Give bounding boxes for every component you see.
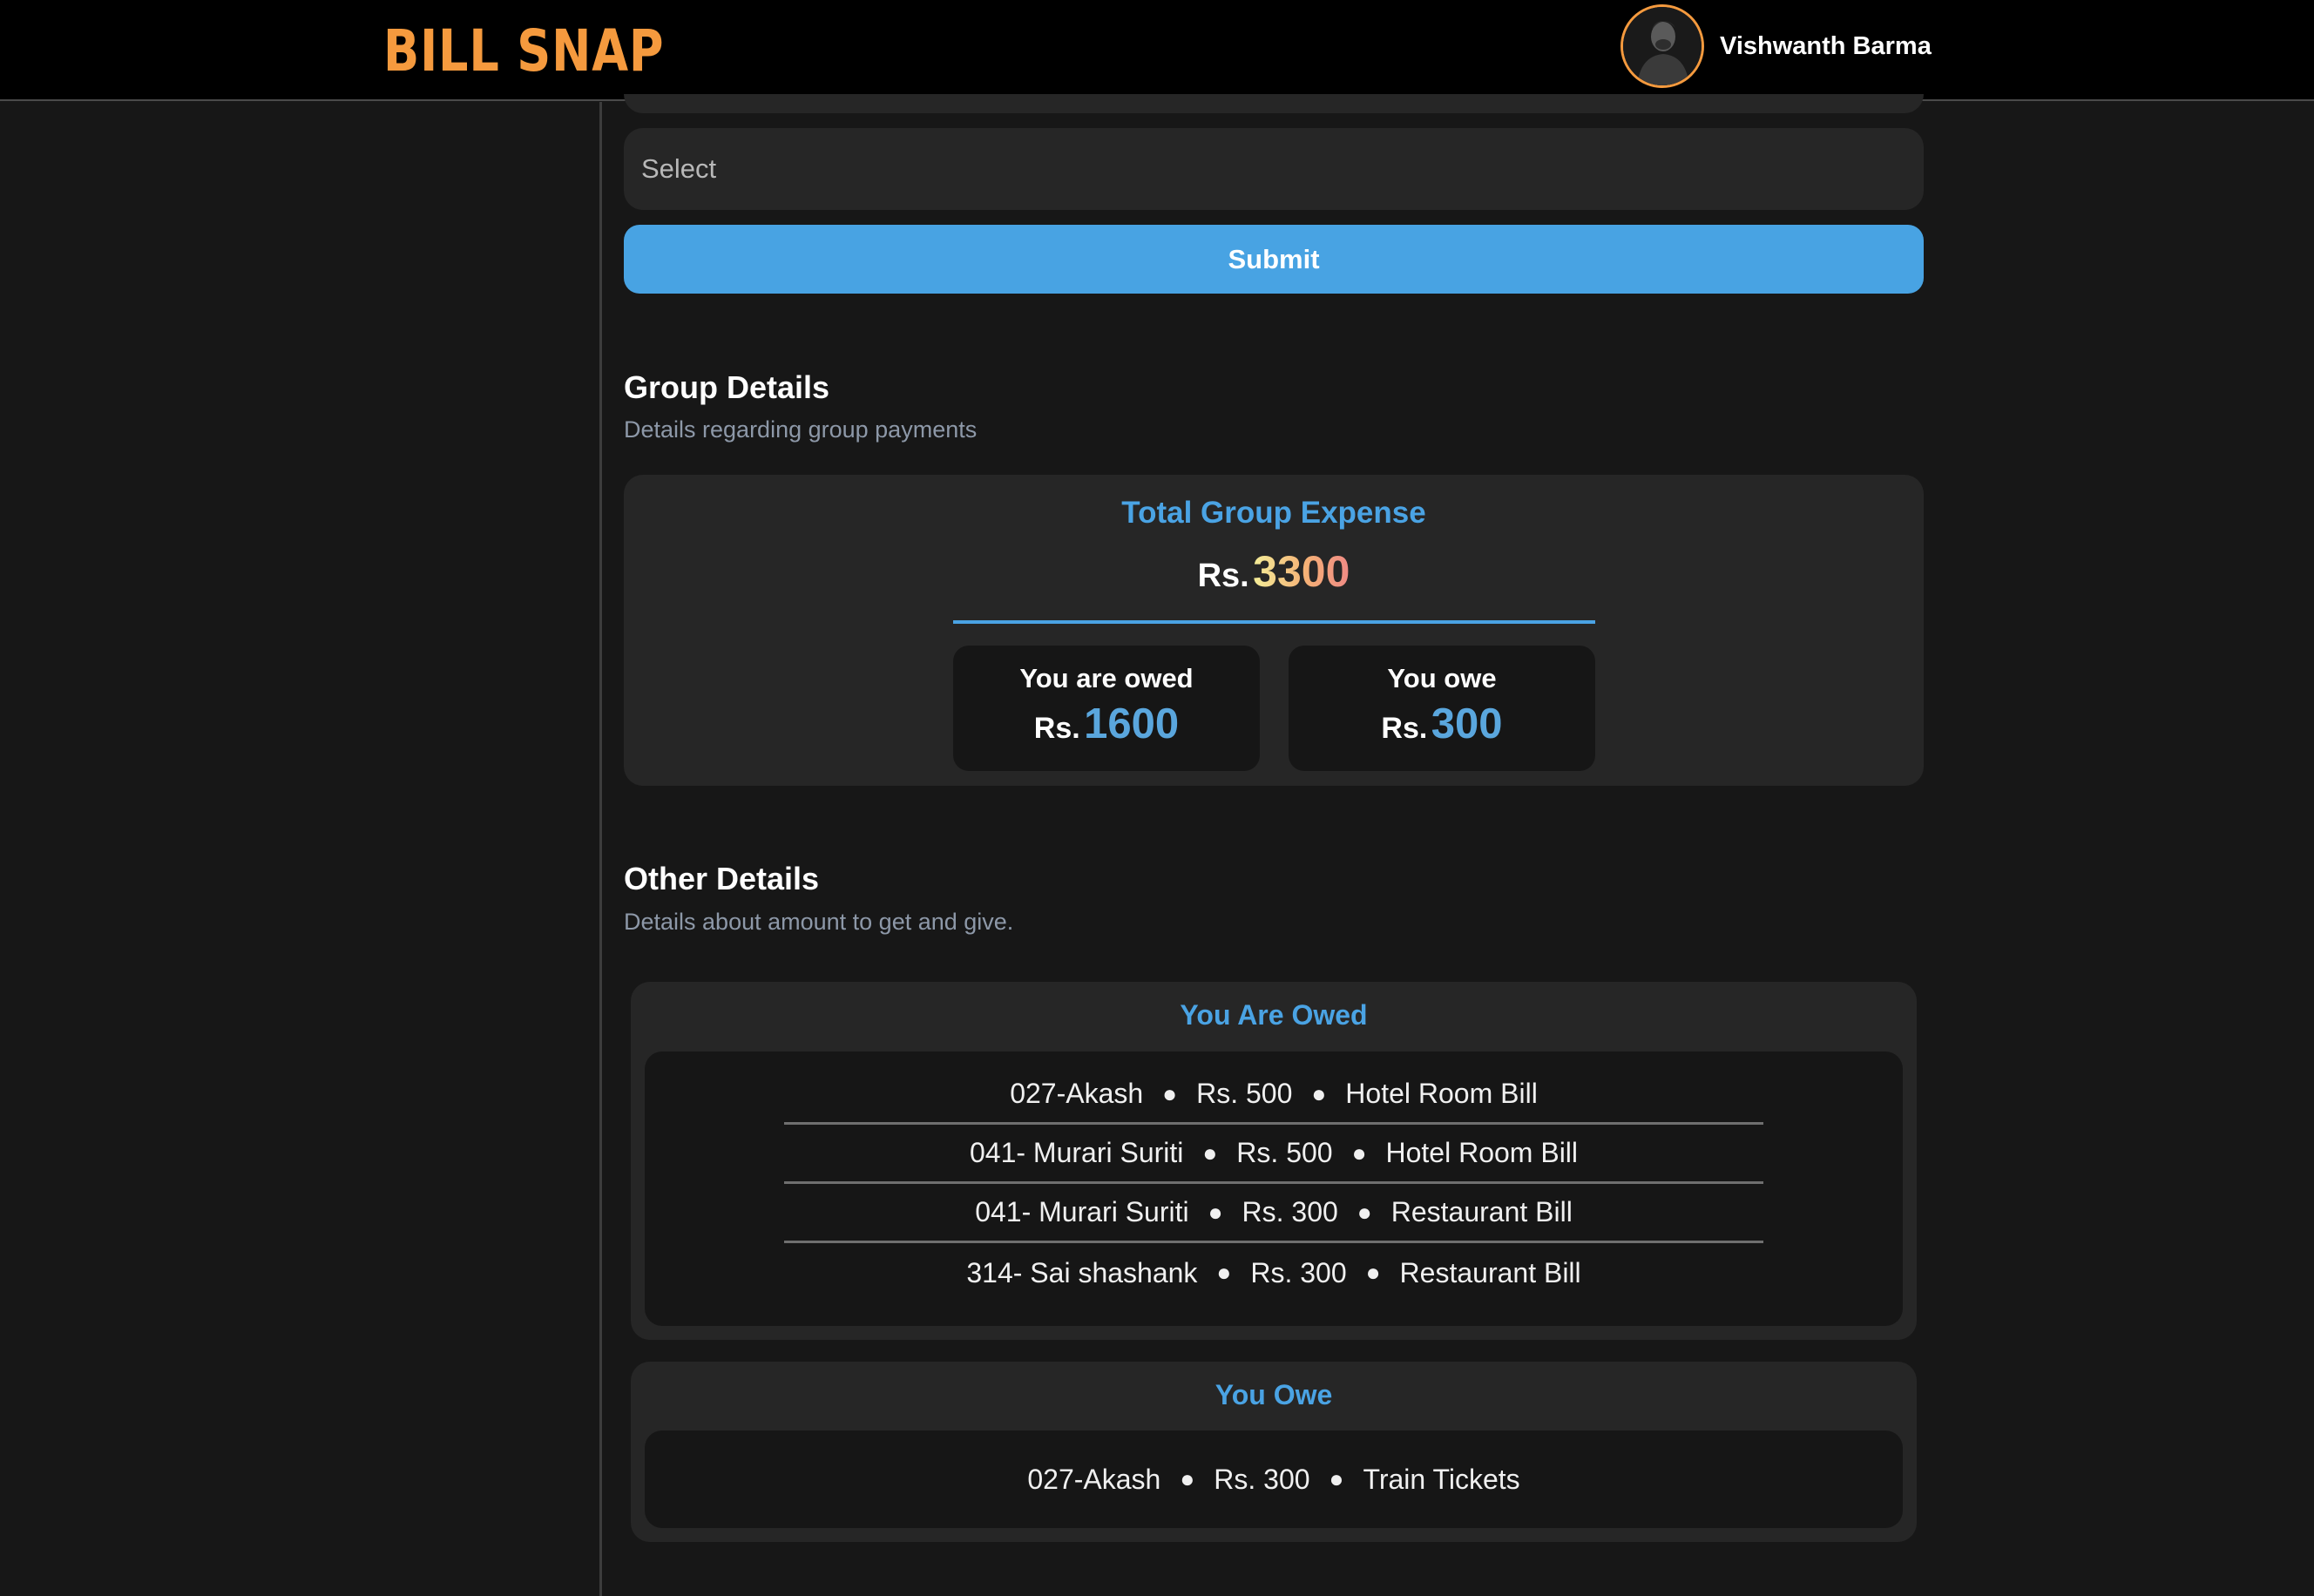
bullet-icon: ●: [1162, 1079, 1178, 1107]
entry-person: 314- Sai shashank: [966, 1256, 1198, 1288]
bullet-icon: ●: [1216, 1259, 1232, 1286]
user-name[interactable]: Vishwanth Barma: [1720, 32, 1932, 61]
currency-label: Rs.: [1197, 558, 1249, 594]
entry-bill: Hotel Room Bill: [1345, 1078, 1538, 1109]
entry-amount: Rs. 300: [1242, 1196, 1338, 1227]
avatar[interactable]: [1620, 4, 1704, 88]
you-owe-panel: You Owe 027-Akash ● Rs. 300 ● Train Tick…: [631, 1362, 1917, 1542]
bullet-icon: ●: [1329, 1465, 1344, 1492]
you-owe-label: You owe: [1387, 663, 1497, 693]
total-expense-value: Rs. 3300: [624, 546, 1924, 597]
entry-amount: Rs. 300: [1250, 1256, 1347, 1288]
app-logo[interactable]: BILL SNAP: [383, 9, 664, 92]
entry-bill: Train Tickets: [1363, 1463, 1520, 1495]
currency-label: Rs.: [1033, 712, 1080, 745]
top-nav-bar: BILL SNAP Vishwanth Barma: [0, 0, 2314, 101]
you-owe-list: 027-Akash ● Rs. 300 ● Train Tickets: [645, 1430, 1903, 1528]
page: BILL SNAP Vishwanth Barma Select Submit …: [0, 0, 2314, 1596]
owed-entries: 027-Akash ● Rs. 500 ● Hotel Room Bill 04…: [784, 1065, 1763, 1302]
bullet-icon: ●: [1202, 1139, 1218, 1167]
you-owe-amount: 300: [1431, 700, 1503, 747]
group-details-subtitle: Details regarding group payments: [624, 416, 978, 443]
previous-input-field[interactable]: [624, 94, 1924, 113]
total-expense-amount: 3300: [1253, 547, 1350, 596]
you-are-owed-panel-title: You Are Owed: [1180, 999, 1368, 1031]
entry-person: 041- Murari Suriti: [969, 1137, 1184, 1168]
entry-amount: Rs. 500: [1236, 1137, 1333, 1168]
bullet-icon: ●: [1365, 1259, 1381, 1286]
payer-select[interactable]: Select: [624, 128, 1924, 210]
entry-person: 041- Murari Suriti: [975, 1196, 1189, 1227]
bullet-icon: ●: [1311, 1079, 1327, 1107]
you-owe-box: You owe Rs. 300: [1289, 646, 1595, 771]
bullet-icon: ●: [1351, 1139, 1367, 1167]
you-owe-panel-title: You Owe: [1215, 1379, 1333, 1410]
entry-bill: Hotel Room Bill: [1385, 1137, 1579, 1168]
you-owe-value: Rs. 300: [1289, 700, 1595, 748]
you-are-owed-amount: 1600: [1084, 700, 1180, 747]
user-photo-icon: [1623, 7, 1702, 85]
bullet-icon: ●: [1208, 1198, 1223, 1226]
entry-person: 027-Akash: [1010, 1078, 1144, 1109]
currency-label: Rs.: [1381, 712, 1428, 745]
group-expense-card: Total Group Expense Rs. 3300 You are owe…: [624, 475, 1924, 786]
user-profile[interactable]: Vishwanth Barma: [1620, 3, 1932, 89]
entry-person: 027-Akash: [1027, 1463, 1161, 1495]
other-details-subtitle: Details about amount to get and give.: [624, 909, 1014, 935]
owe-entries: 027-Akash ● Rs. 300 ● Train Tickets: [784, 1450, 1763, 1509]
you-are-owed-box: You are owed Rs. 1600: [953, 646, 1260, 771]
bullet-icon: ●: [1357, 1198, 1372, 1226]
you-are-owed-list: 027-Akash ● Rs. 500 ● Hotel Room Bill 04…: [645, 1052, 1903, 1326]
you-are-owed-label: You are owed: [1019, 663, 1194, 693]
other-details-title: Other Details: [624, 861, 820, 896]
entry-amount: Rs. 300: [1214, 1463, 1310, 1495]
bullet-icon: ●: [1180, 1465, 1195, 1492]
select-placeholder: Select: [641, 153, 717, 184]
total-underline: [953, 620, 1595, 624]
list-item: 041- Murari Suriti ● Rs. 500 ● Hotel Roo…: [784, 1125, 1763, 1184]
list-item: 027-Akash ● Rs. 500 ● Hotel Room Bill: [784, 1065, 1763, 1125]
left-divider: [599, 102, 602, 1596]
submit-button[interactable]: Submit: [624, 225, 1924, 294]
total-expense-label: Total Group Expense: [1121, 496, 1426, 530]
list-item: 041- Murari Suriti ● Rs. 300 ● Restauran…: [784, 1184, 1763, 1243]
you-are-owed-value: Rs. 1600: [953, 700, 1260, 748]
group-details-title: Group Details: [624, 369, 830, 405]
list-item: 027-Akash ● Rs. 300 ● Train Tickets: [784, 1450, 1763, 1509]
entry-bill: Restaurant Bill: [1399, 1256, 1581, 1288]
entry-bill: Restaurant Bill: [1390, 1196, 1573, 1227]
list-item: 314- Sai shashank ● Rs. 300 ● Restaurant…: [784, 1243, 1763, 1302]
entry-amount: Rs. 500: [1196, 1078, 1293, 1109]
you-are-owed-panel: You Are Owed 027-Akash ● Rs. 500 ● Hotel…: [631, 982, 1917, 1340]
